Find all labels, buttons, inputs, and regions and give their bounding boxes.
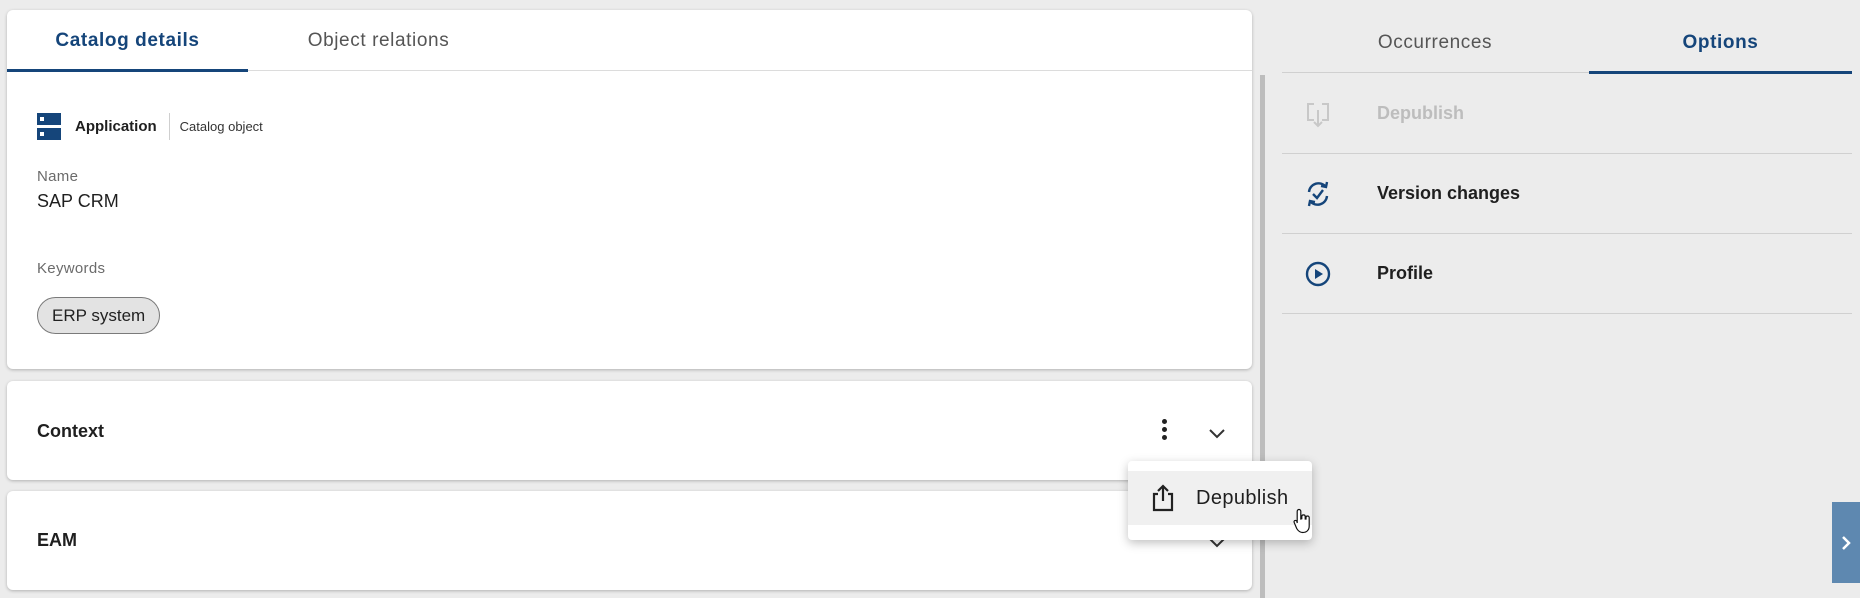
depublish-icon — [1307, 103, 1329, 128]
object-type-label: Application — [75, 117, 157, 135]
context-section-title: Context — [37, 421, 104, 441]
panel-toggle-button[interactable] — [1832, 502, 1860, 583]
context-section[interactable]: Context — [7, 381, 1252, 480]
option-profile[interactable]: Profile — [1282, 234, 1852, 314]
option-depublish-label: Depublish — [1377, 103, 1465, 123]
tab-occurrences[interactable]: Occurrences — [1282, 12, 1588, 73]
option-depublish[interactable]: Depublish — [1282, 74, 1852, 154]
eam-section-title: EAM — [37, 530, 77, 550]
option-profile-label: Profile — [1377, 263, 1434, 283]
object-type-divider — [168, 112, 170, 140]
tab-catalog-details[interactable]: Catalog details — [7, 10, 248, 72]
catalog-details-card: Catalog details Object relations Applica… — [7, 10, 1252, 369]
name-value: SAP CRM — [37, 191, 119, 211]
chevron-down-icon[interactable] — [1205, 421, 1229, 445]
options-panel: Occurrences Options Depublish Version ch… — [1282, 0, 1852, 598]
option-version-changes-label: Version changes — [1377, 183, 1521, 203]
option-version-changes[interactable]: Version changes — [1282, 154, 1852, 234]
eam-section[interactable]: EAM — [7, 491, 1252, 590]
menu-item-depublish-label: Depublish — [1196, 486, 1289, 509]
application-icon — [37, 112, 61, 140]
tab-options-label: Options — [1682, 31, 1759, 53]
tab-catalog-details-label: Catalog details — [55, 29, 200, 51]
right-tab-bar: Occurrences Options — [1282, 12, 1852, 74]
tab-object-relations[interactable]: Object relations — [251, 10, 506, 71]
share-upload-icon — [1152, 484, 1174, 512]
version-changes-icon — [1307, 181, 1329, 207]
profile-play-icon — [1305, 261, 1331, 287]
tab-occurrences-label: Occurrences — [1377, 31, 1493, 53]
chevron-right-icon — [1842, 535, 1851, 550]
active-tab-indicator — [7, 69, 248, 72]
left-tab-bar: Catalog details Object relations — [7, 10, 1252, 72]
name-label: Name — [37, 168, 79, 185]
keywords-label: Keywords — [37, 260, 106, 277]
object-type-header: Application Catalog object — [37, 103, 263, 149]
more-options-icon[interactable] — [1154, 414, 1174, 444]
tab-options[interactable]: Options — [1589, 12, 1852, 74]
keyword-chip[interactable]: ERP system — [37, 297, 161, 334]
object-type-subtitle: Catalog object — [179, 118, 263, 134]
tab-object-relations-label: Object relations — [307, 29, 450, 51]
